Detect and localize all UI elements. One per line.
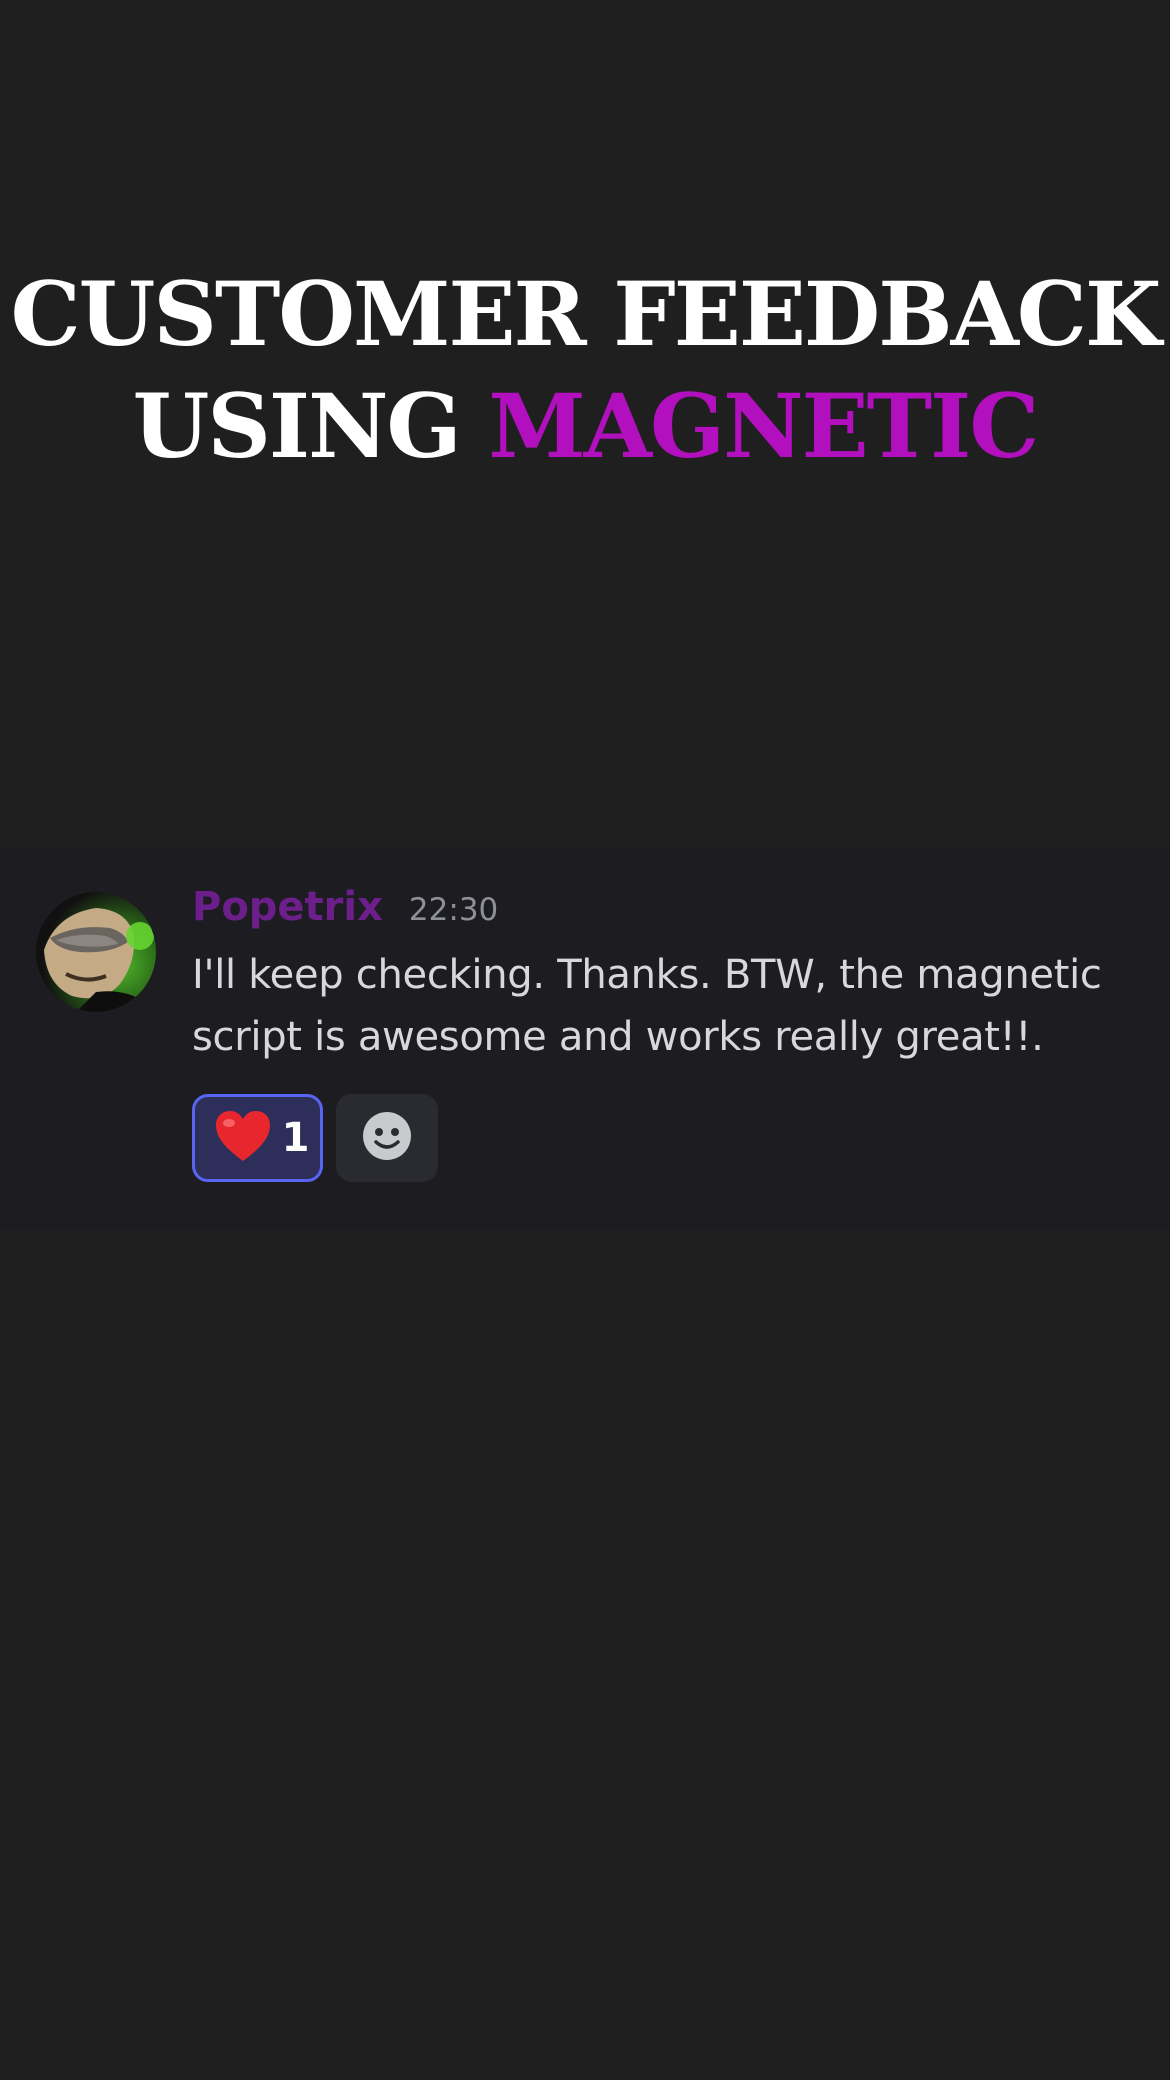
reactions-bar: 1 bbox=[192, 1094, 438, 1182]
headline-prefix: USING bbox=[132, 374, 462, 478]
headline: CUSTOMER FEEDBACK USING MAGNETIC bbox=[0, 258, 1170, 482]
add-reaction-icon bbox=[361, 1110, 413, 1166]
heart-icon bbox=[214, 1109, 272, 1167]
headline-line-2: USING MAGNETIC bbox=[0, 370, 1170, 482]
heart-reaction-button[interactable]: 1 bbox=[192, 1094, 323, 1182]
user-avatar-icon[interactable] bbox=[36, 892, 156, 1012]
reaction-count: 1 bbox=[281, 1115, 310, 1161]
add-reaction-button[interactable] bbox=[336, 1094, 438, 1182]
message-text: I'll keep checking. Thanks. BTW, the mag… bbox=[192, 952, 1102, 1060]
headline-accent: MAGNETIC bbox=[488, 374, 1039, 478]
username[interactable]: Popetrix bbox=[192, 884, 383, 930]
timestamp: 22:30 bbox=[408, 892, 499, 928]
headline-line-1: CUSTOMER FEEDBACK bbox=[10, 262, 1162, 366]
chat-message[interactable]: Popetrix 22:30 I'll keep checking. Thank… bbox=[0, 848, 1170, 1230]
message-header: Popetrix 22:30 bbox=[192, 884, 498, 930]
